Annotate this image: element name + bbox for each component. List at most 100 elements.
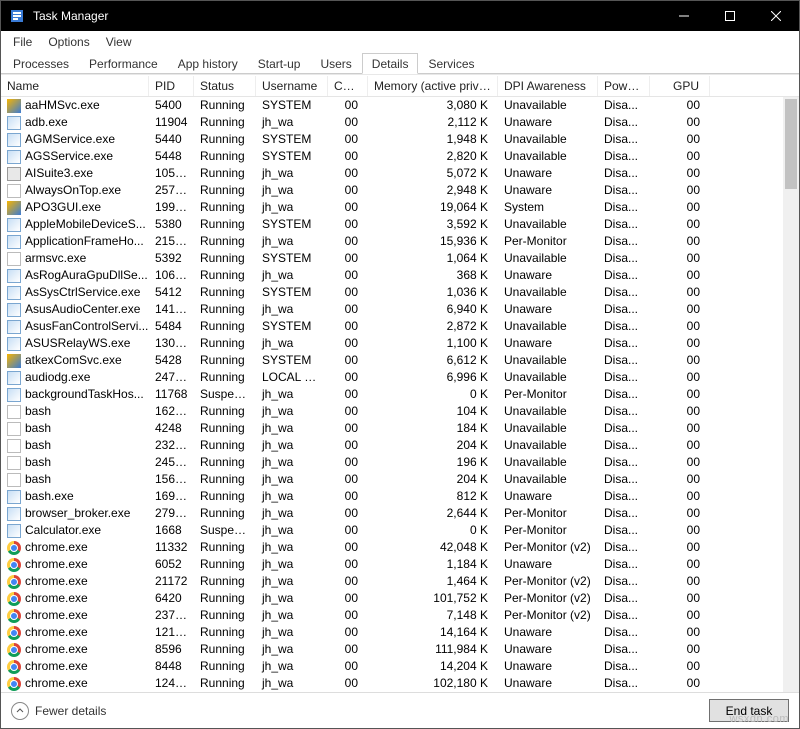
- table-row[interactable]: AsSysCtrlService.exe5412RunningSYSTEM001…: [1, 284, 783, 301]
- cell-pid: 21592: [149, 233, 194, 250]
- table-row[interactable]: aaHMSvc.exe5400RunningSYSTEM003,080 KUna…: [1, 97, 783, 114]
- cell-cpu: 00: [328, 233, 368, 250]
- table-row[interactable]: chrome.exe8596Runningjh_wa00111,984 KUna…: [1, 641, 783, 658]
- cell-power: Disa...: [598, 641, 650, 658]
- table-row[interactable]: adb.exe11904Runningjh_wa002,112 KUnaware…: [1, 114, 783, 131]
- close-button[interactable]: [753, 1, 799, 31]
- cell-power: Disa...: [598, 199, 650, 216]
- cell-power: Disa...: [598, 386, 650, 403]
- scrollbar-thumb[interactable]: [785, 99, 797, 189]
- vertical-scrollbar[interactable]: [783, 97, 799, 692]
- process-name: bash: [25, 420, 51, 437]
- cell-status: Suspended: [194, 386, 256, 403]
- cell-memory: 15,936 K: [368, 233, 498, 250]
- tab-performance[interactable]: Performance: [79, 53, 168, 74]
- cell-memory: 3,592 K: [368, 216, 498, 233]
- col-name[interactable]: Name: [1, 76, 149, 96]
- cell-power: Disa...: [598, 420, 650, 437]
- table-row[interactable]: chrome.exe8448Runningjh_wa0014,204 KUnaw…: [1, 658, 783, 675]
- table-row[interactable]: chrome.exe12468Runningjh_wa00102,180 KUn…: [1, 675, 783, 692]
- end-task-button[interactable]: End task: [709, 699, 789, 722]
- col-status[interactable]: Status: [194, 76, 256, 96]
- cell-status: Running: [194, 539, 256, 556]
- tab-users[interactable]: Users: [310, 53, 361, 74]
- cell-user: jh_wa: [256, 624, 328, 641]
- fewer-details-toggle[interactable]: Fewer details: [11, 702, 106, 720]
- table-row[interactable]: AlwaysOnTop.exe25780Runningjh_wa002,948 …: [1, 182, 783, 199]
- menu-file[interactable]: File: [5, 33, 40, 51]
- table-row[interactable]: bash24580Runningjh_wa00196 KUnavailableD…: [1, 454, 783, 471]
- tab-processes[interactable]: Processes: [3, 53, 79, 74]
- tab-app-history[interactable]: App history: [168, 53, 248, 74]
- table-row[interactable]: ASUSRelayWS.exe13088Runningjh_wa001,100 …: [1, 335, 783, 352]
- cell-memory: 204 K: [368, 437, 498, 454]
- tab-details[interactable]: Details: [362, 53, 419, 74]
- cell-cpu: 00: [328, 641, 368, 658]
- col-gpu[interactable]: GPU: [650, 76, 710, 96]
- table-row[interactable]: chrome.exe21172Runningjh_wa001,464 KPer-…: [1, 573, 783, 590]
- col-power[interactable]: Powe...: [598, 76, 650, 96]
- process-icon: [7, 575, 21, 589]
- cell-user: jh_wa: [256, 454, 328, 471]
- table-row[interactable]: bash.exe16980Runningjh_wa00812 KUnawareD…: [1, 488, 783, 505]
- table-row[interactable]: ApplicationFrameHo...21592Runningjh_wa00…: [1, 233, 783, 250]
- table-row[interactable]: bash4248Runningjh_wa00184 KUnavailableDi…: [1, 420, 783, 437]
- table-row[interactable]: APO3GUI.exe19960Runningjh_wa0019,064 KSy…: [1, 199, 783, 216]
- menubar: File Options View: [1, 31, 799, 52]
- col-dpi[interactable]: DPI Awareness: [498, 76, 598, 96]
- cell-pid: 11904: [149, 114, 194, 131]
- table-row[interactable]: chrome.exe6052Runningjh_wa001,184 KUnawa…: [1, 556, 783, 573]
- table-row[interactable]: AsusAudioCenter.exe14120Runningjh_wa006,…: [1, 301, 783, 318]
- cell-memory: 5,072 K: [368, 165, 498, 182]
- cell-cpu: 00: [328, 556, 368, 573]
- table-row[interactable]: audiodg.exe24760RunningLOCAL SE...006,99…: [1, 369, 783, 386]
- menu-options[interactable]: Options: [40, 33, 97, 51]
- table-row[interactable]: AppleMobileDeviceS...5380RunningSYSTEM00…: [1, 216, 783, 233]
- table-row[interactable]: chrome.exe11332Runningjh_wa0042,048 KPer…: [1, 539, 783, 556]
- cell-gpu: 00: [650, 335, 710, 352]
- cell-power: Disa...: [598, 335, 650, 352]
- table-row[interactable]: Calculator.exe1668Suspendedjh_wa000 KPer…: [1, 522, 783, 539]
- minimize-button[interactable]: [661, 1, 707, 31]
- maximize-button[interactable]: [707, 1, 753, 31]
- table-row[interactable]: chrome.exe6420Runningjh_wa00101,752 KPer…: [1, 590, 783, 607]
- table-header[interactable]: Name PID Status Username CPU Memory (act…: [1, 75, 799, 97]
- table-row[interactable]: browser_broker.exe27908Runningjh_wa002,6…: [1, 505, 783, 522]
- table-row[interactable]: bash15672Runningjh_wa00204 KUnavailableD…: [1, 471, 783, 488]
- cell-gpu: 00: [650, 522, 710, 539]
- cell-status: Running: [194, 199, 256, 216]
- tabstrip: Processes Performance App history Start-…: [1, 52, 799, 74]
- cell-cpu: 00: [328, 573, 368, 590]
- cell-gpu: 00: [650, 471, 710, 488]
- col-username[interactable]: Username: [256, 76, 328, 96]
- cell-dpi: Per-Monitor: [498, 505, 598, 522]
- col-cpu[interactable]: CPU: [328, 76, 368, 96]
- table-row[interactable]: armsvc.exe5392RunningSYSTEM001,064 KUnav…: [1, 250, 783, 267]
- cell-memory: 2,820 K: [368, 148, 498, 165]
- process-name: armsvc.exe: [25, 250, 86, 267]
- cell-status: Running: [194, 182, 256, 199]
- table-row[interactable]: AGMService.exe5440RunningSYSTEM001,948 K…: [1, 131, 783, 148]
- tab-services[interactable]: Services: [418, 53, 484, 74]
- table-row[interactable]: AsusFanControlServi...5484RunningSYSTEM0…: [1, 318, 783, 335]
- table-row[interactable]: AsRogAuraGpuDllSe...10696Runningjh_wa003…: [1, 267, 783, 284]
- cell-pid: 12468: [149, 675, 194, 692]
- process-icon: [7, 303, 21, 317]
- cell-status: Running: [194, 437, 256, 454]
- table-row[interactable]: chrome.exe23748Runningjh_wa007,148 KPer-…: [1, 607, 783, 624]
- col-memory[interactable]: Memory (active private ...: [368, 76, 498, 96]
- tab-start-up[interactable]: Start-up: [248, 53, 311, 74]
- cell-cpu: 00: [328, 182, 368, 199]
- cell-status: Running: [194, 675, 256, 692]
- menu-view[interactable]: View: [98, 33, 140, 51]
- table-row[interactable]: bash16216Runningjh_wa00104 KUnavailableD…: [1, 403, 783, 420]
- table-row[interactable]: backgroundTaskHos...11768Suspendedjh_wa0…: [1, 386, 783, 403]
- table-row[interactable]: AGSService.exe5448RunningSYSTEM002,820 K…: [1, 148, 783, 165]
- table-row[interactable]: atkexComSvc.exe5428RunningSYSTEM006,612 …: [1, 352, 783, 369]
- table-row[interactable]: bash23212Runningjh_wa00204 KUnavailableD…: [1, 437, 783, 454]
- table-row[interactable]: chrome.exe12128Runningjh_wa0014,164 KUna…: [1, 624, 783, 641]
- table-row[interactable]: AISuite3.exe10516Runningjh_wa005,072 KUn…: [1, 165, 783, 182]
- col-pid[interactable]: PID: [149, 76, 194, 96]
- cell-dpi: Unaware: [498, 301, 598, 318]
- process-name: bash: [25, 403, 51, 420]
